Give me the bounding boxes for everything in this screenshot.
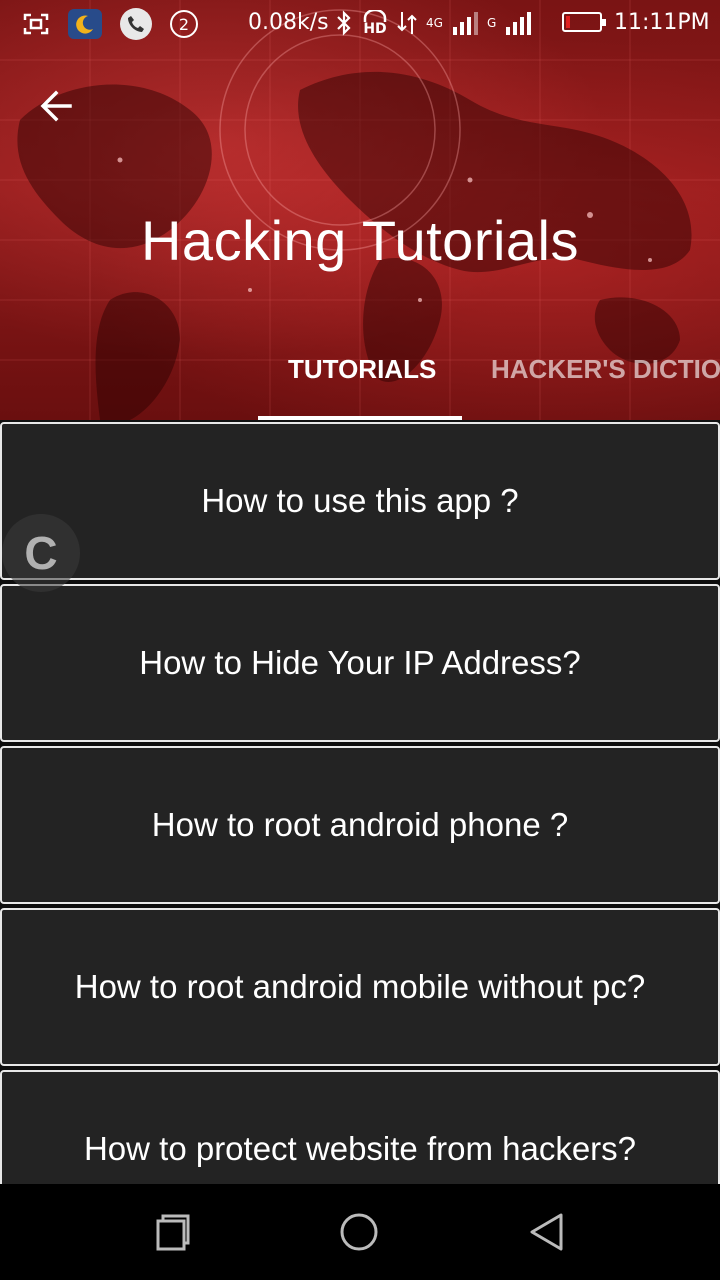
tutorial-title: How to use this app ? [201,482,519,519]
signal-icon-sim2 [506,12,532,35]
screenshot-icon [22,10,50,38]
clock: 11:11PM [614,10,710,35]
system-nav-bar [0,1184,720,1280]
status-icons: HD 4G G [334,10,532,36]
back-nav-button[interactable] [520,1206,572,1258]
signal-icon-sim1 [452,12,478,35]
tab-bar: TUTORIALS HACKER'S DICTIO [0,340,720,420]
tutorial-title: How to protect website from hackers? [83,1130,637,1167]
tutorial-title: How to Hide Your IP Address? [139,644,581,681]
status-bar: 2 0.08k/s HD 4G G 11:11PM [0,0,720,48]
network-g-label: G [486,16,497,30]
network-speed: 0.08k/s [248,10,329,35]
headset-hd-icon: HD [362,10,388,36]
tutorial-title: How to root android mobile without pc? [74,968,646,1005]
arrow-left-icon [40,90,72,122]
night-mode-icon [68,9,102,39]
recent-apps-icon [156,1214,190,1251]
tutorial-card[interactable]: How to protect website from hackers? [0,1070,720,1184]
notification-badge: 2 [170,10,198,38]
tab-tutorials[interactable]: TUTORIALS [288,354,436,385]
back-button[interactable] [36,86,76,126]
tab-hackers-dictionary[interactable]: HACKER'S DICTIO [491,354,720,385]
bluetooth-icon [337,10,351,36]
back-triangle-icon [530,1213,563,1251]
recent-apps-button[interactable] [146,1206,198,1258]
tutorial-card[interactable]: How to root android mobile without pc? [0,908,720,1066]
data-transfer-icon [397,12,417,34]
floating-c-button[interactable]: C [2,514,80,592]
app-header: 2 0.08k/s HD 4G G 11:11PM Hacking Tutori… [0,0,720,420]
call-icon [120,8,152,40]
tab-indicator [258,416,462,420]
tutorial-card[interactable]: How to root android phone ? [0,746,720,904]
tutorial-list: How to use this app ? How to Hide Your I… [0,422,720,1184]
page-title: Hacking Tutorials [140,209,579,272]
hd-label: HD [363,21,387,37]
home-icon [340,1213,378,1251]
floating-c-letter: C [24,527,58,579]
tutorial-card[interactable]: How to Hide Your IP Address? [0,584,720,742]
battery-icon [562,12,606,32]
network-4g-label: 4G [426,16,443,30]
tutorial-card[interactable]: How to use this app ? [0,422,720,580]
home-button[interactable] [333,1206,385,1258]
tutorial-title: How to root android phone ? [151,806,569,843]
